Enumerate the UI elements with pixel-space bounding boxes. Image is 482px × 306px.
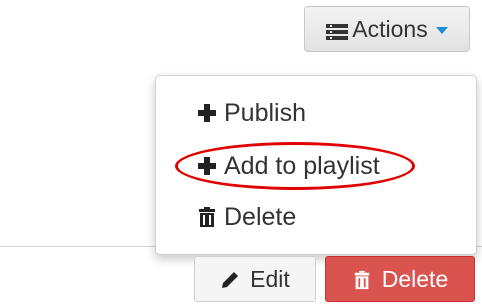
actions-label: Actions (352, 15, 428, 42)
menu-item-add-to-playlist[interactable]: Add to playlist (196, 149, 380, 183)
menu-item-publish[interactable]: Publish (196, 96, 306, 130)
plus-icon (196, 155, 218, 177)
caret-down-icon (435, 26, 448, 34)
list-icon (326, 20, 349, 40)
delete-button[interactable]: Delete (325, 256, 475, 302)
trash-icon (196, 206, 218, 228)
trash-icon (352, 269, 372, 290)
menu-item-label: Publish (224, 98, 306, 127)
edit-button[interactable]: Edit (194, 256, 316, 302)
pencil-icon (220, 269, 240, 289)
plus-icon (196, 102, 218, 124)
delete-label: Delete (381, 265, 449, 292)
edit-label: Edit (250, 265, 290, 292)
menu-item-label: Add to playlist (224, 151, 380, 180)
menu-item-label: Delete (224, 202, 297, 231)
actions-dropdown-menu: Publish Add to playlist Delete (155, 75, 477, 255)
menu-item-delete[interactable]: Delete (196, 200, 296, 234)
actions-dropdown-button[interactable]: Actions (304, 6, 470, 52)
